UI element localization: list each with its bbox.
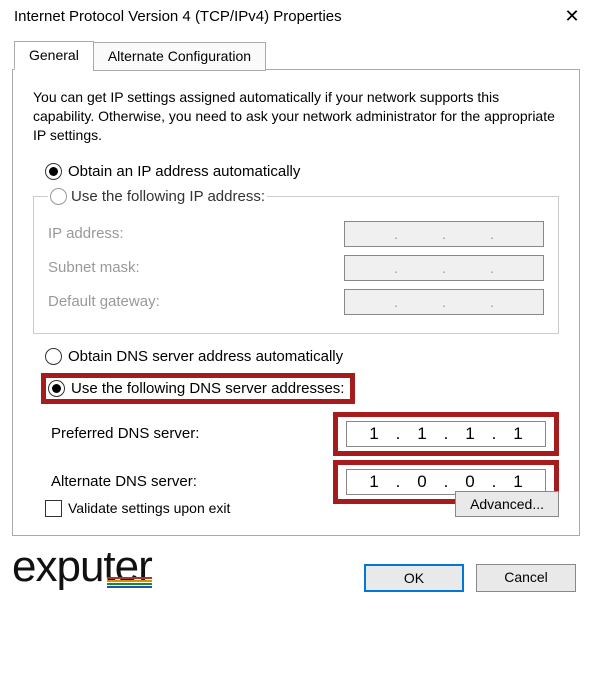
ip-address-input: ... xyxy=(344,221,544,247)
alternate-dns-label: Alternate DNS server: xyxy=(51,473,197,490)
checkbox-icon xyxy=(45,500,62,517)
radio-icon xyxy=(45,348,62,365)
tab-alternate-configuration[interactable]: Alternate Configuration xyxy=(93,42,266,71)
radio-ip-auto[interactable]: Obtain an IP address automatically xyxy=(45,163,559,180)
radio-dns-manual-label: Use the following DNS server addresses: xyxy=(71,380,344,397)
radio-ip-auto-label: Obtain an IP address automatically xyxy=(68,163,300,180)
window-title: Internet Protocol Version 4 (TCP/IPv4) P… xyxy=(14,8,342,25)
logo-underlines xyxy=(107,577,152,588)
radio-dns-auto[interactable]: Obtain DNS server address automatically xyxy=(45,348,559,365)
radio-ip-manual-label: Use the following IP address: xyxy=(71,188,265,205)
validate-settings-label: Validate settings upon exit xyxy=(68,500,230,516)
preferred-dns-input[interactable]: 1. 1. 1. 1 xyxy=(346,421,546,447)
tabstrip: General Alternate Configuration xyxy=(14,41,592,70)
subnet-mask-input: ... xyxy=(344,255,544,281)
highlight-dns-manual: Use the following DNS server addresses: xyxy=(41,373,355,404)
cancel-button[interactable]: Cancel xyxy=(476,564,576,592)
preferred-dns-label: Preferred DNS server: xyxy=(51,425,199,442)
ok-button[interactable]: OK xyxy=(364,564,464,592)
intro-text: You can get IP settings assigned automat… xyxy=(33,88,559,145)
validate-settings-check[interactable]: Validate settings upon exit xyxy=(45,500,230,517)
advanced-button[interactable]: Advanced... xyxy=(455,491,559,517)
close-icon[interactable]: ✕ xyxy=(564,9,580,25)
radio-icon[interactable] xyxy=(50,188,67,205)
ip-manual-group: Use the following IP address: IP address… xyxy=(33,188,559,334)
tab-panel-general: You can get IP settings assigned automat… xyxy=(12,69,580,536)
radio-icon[interactable] xyxy=(48,380,65,397)
default-gateway-label: Default gateway: xyxy=(48,293,160,310)
subnet-mask-label: Subnet mask: xyxy=(48,259,140,276)
exputer-logo: exputer xyxy=(12,542,152,592)
ip-address-label: IP address: xyxy=(48,225,124,242)
radio-icon xyxy=(45,163,62,180)
default-gateway-input: ... xyxy=(344,289,544,315)
radio-dns-auto-label: Obtain DNS server address automatically xyxy=(68,348,343,365)
highlight-preferred-dns: 1. 1. 1. 1 xyxy=(333,412,559,456)
tab-general[interactable]: General xyxy=(14,41,94,70)
